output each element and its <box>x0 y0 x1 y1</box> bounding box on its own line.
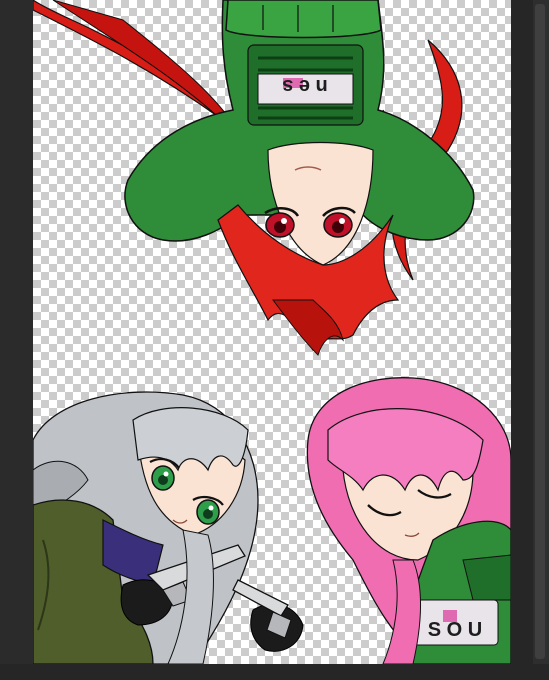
bottom-right-patch-text: S O U <box>428 619 482 641</box>
bottom-right-character: S O U <box>232 377 511 664</box>
bottom-status-bar <box>0 664 549 680</box>
document-canvas[interactable]: n e s S O U <box>33 0 511 664</box>
top-patch-text: n e s <box>282 75 328 97</box>
artwork-illustration: n e s S O U <box>33 0 511 664</box>
scrollbar-thumb[interactable] <box>535 4 545 659</box>
bottom-left-character <box>33 391 259 664</box>
top-character: n e s <box>33 0 475 356</box>
